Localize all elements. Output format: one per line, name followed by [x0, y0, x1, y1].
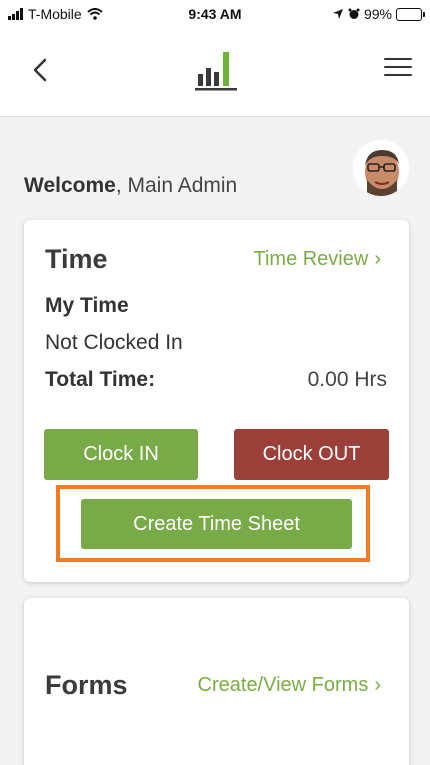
clock-in-button[interactable]: Clock IN: [44, 429, 198, 480]
create-view-forms-label: Create/View Forms: [197, 674, 369, 696]
time-card-title: Time: [45, 244, 108, 274]
menu-button[interactable]: [384, 54, 412, 80]
welcome-greeting: Welcome: [24, 174, 116, 197]
nav-bar: [0, 30, 430, 117]
my-time-label: My Time: [45, 294, 129, 317]
total-time-value: 0.00 Hrs: [307, 368, 387, 391]
battery-icon: [396, 7, 425, 21]
alarm-icon: [348, 8, 360, 19]
time-review-link[interactable]: Time Review ›: [253, 248, 381, 271]
chevron-right-icon: ›: [374, 248, 381, 270]
user-photo-icon: [353, 140, 409, 196]
chevron-left-icon: [33, 58, 47, 82]
clock-status: Not Clocked In: [45, 331, 183, 354]
time-card: Time Time Review › My Time Not Clocked In…: [24, 220, 409, 582]
bar-chart-logo-icon: [195, 52, 237, 91]
welcome-text: Welcome, Main Admin: [24, 174, 237, 198]
avatar[interactable]: [353, 140, 409, 196]
forms-card-title: Forms: [45, 670, 128, 700]
chevron-right-icon: ›: [374, 674, 381, 696]
forms-card: Forms Create/View Forms ›: [24, 598, 409, 765]
back-button[interactable]: [22, 52, 58, 88]
create-view-forms-link[interactable]: Create/View Forms ›: [198, 674, 381, 697]
status-bar: T-Mobile 9:43 AM 99%: [0, 0, 430, 30]
clock-out-button[interactable]: Clock OUT: [234, 429, 389, 480]
battery-percent: 99%: [363, 6, 392, 22]
create-time-sheet-button[interactable]: Create Time Sheet: [81, 499, 352, 549]
welcome-user-name: , Main Admin: [115, 174, 238, 197]
location-arrow-icon: [332, 9, 343, 19]
total-time-label: Total Time:: [45, 368, 156, 391]
time-review-label: Time Review: [253, 248, 369, 270]
